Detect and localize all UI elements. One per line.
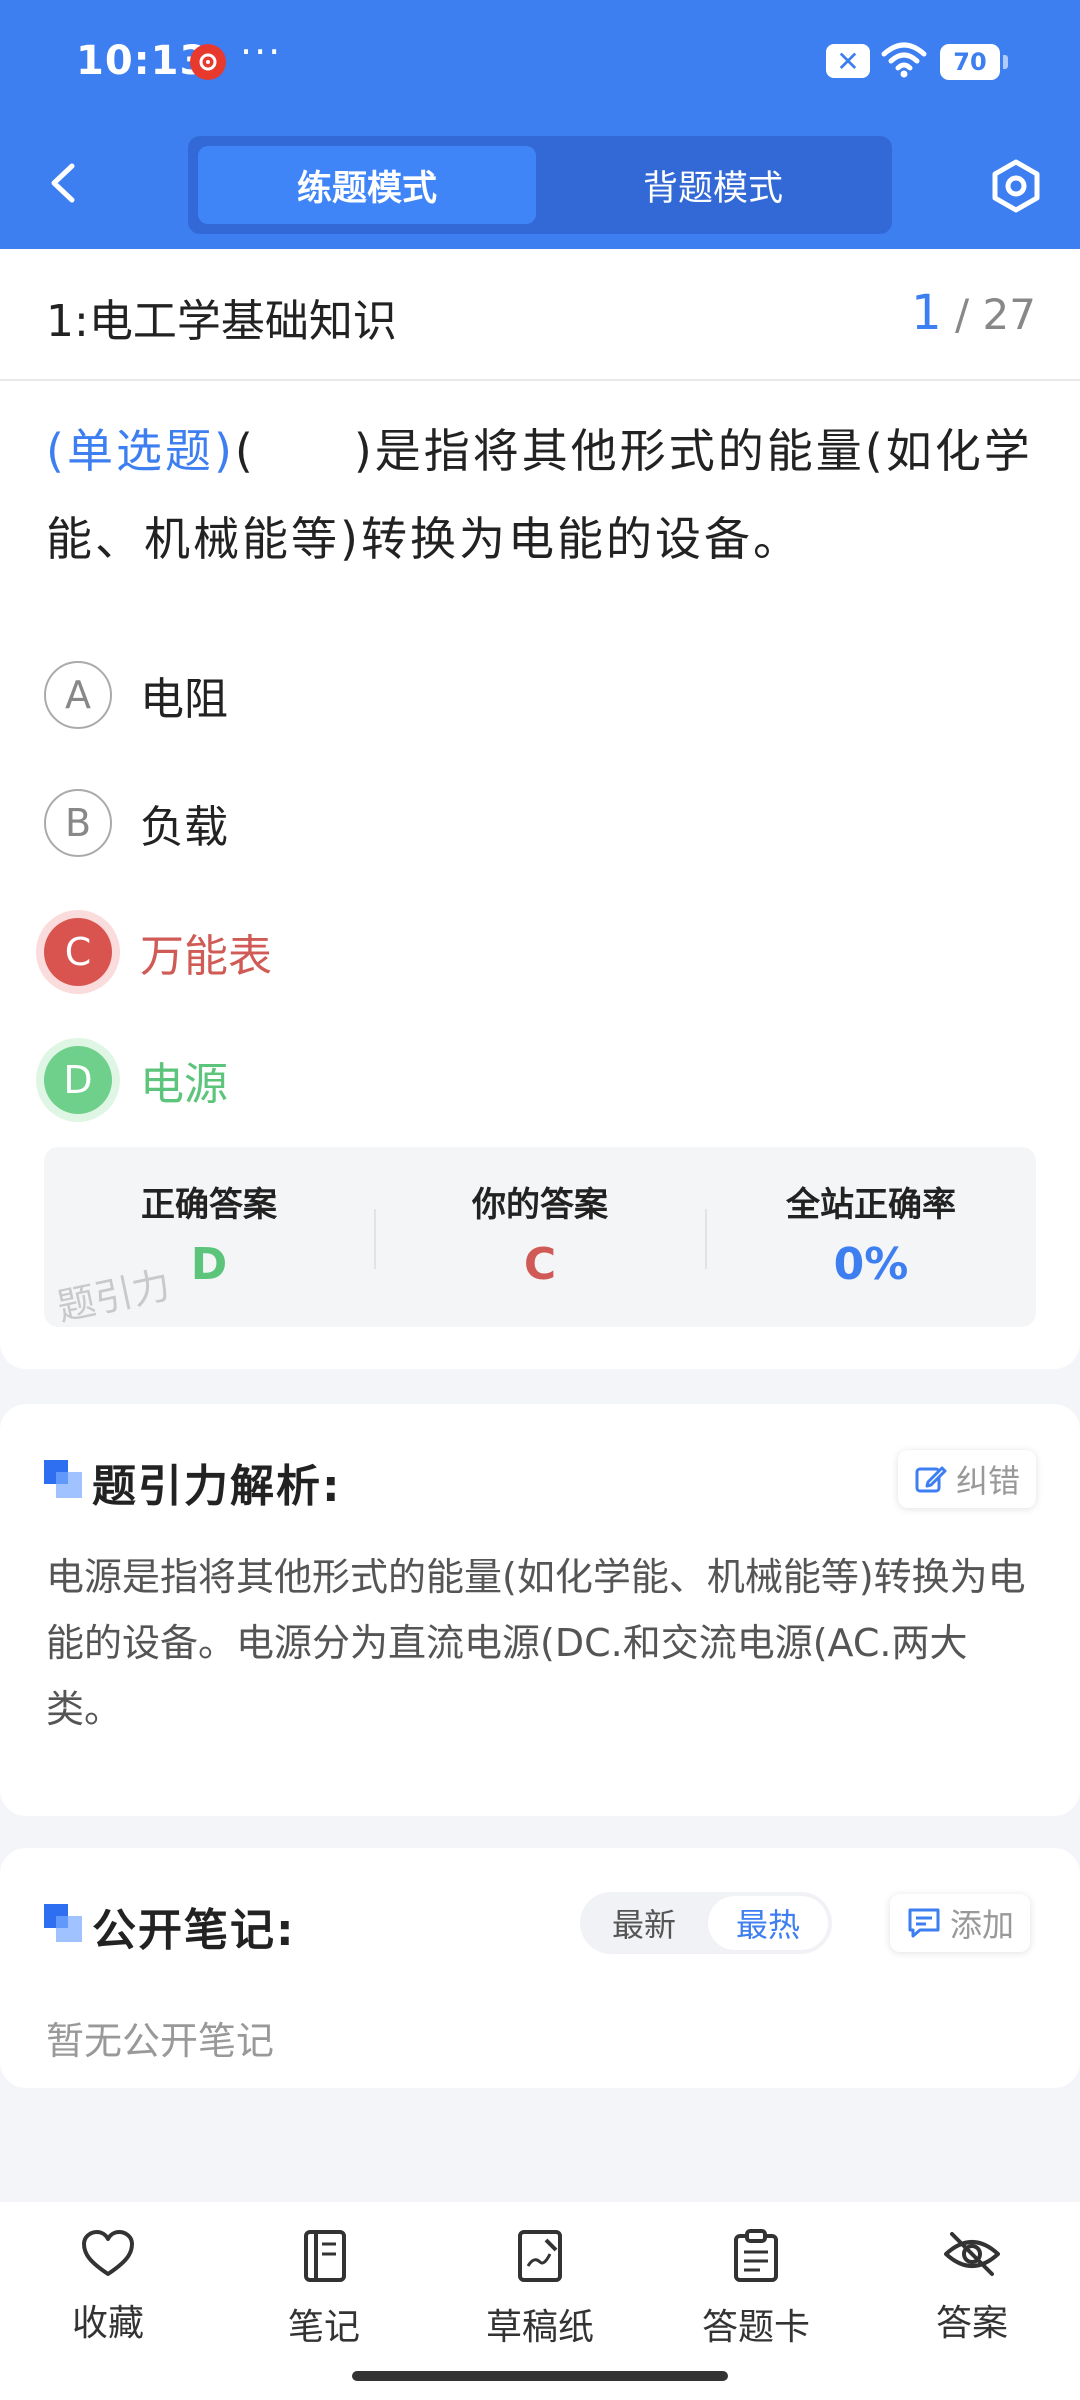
notes-title: 公开笔记:	[92, 1905, 296, 1956]
tab-memorize-mode[interactable]: 背题模式	[544, 146, 882, 224]
netease-music-icon	[190, 44, 226, 80]
top-header: 10:13 ··· ✕ 70 练题模式 背题模式	[0, 0, 1080, 249]
notification-close-icon: ✕	[826, 44, 870, 78]
wifi-icon	[881, 42, 927, 78]
report-error-button[interactable]: 纠错	[898, 1450, 1037, 1508]
analysis-card: 题引力解析: 纠错 电源是指将其他形式的能量(如化学能、机械能等)转换为电能的设…	[0, 1404, 1080, 1816]
accuracy-value: 0%	[833, 1239, 909, 1290]
notebook-icon	[304, 2230, 346, 2282]
comment-icon	[908, 1908, 940, 1938]
option-text: 负载	[140, 802, 228, 853]
sort-latest-button[interactable]: 最新	[584, 1896, 704, 1950]
public-notes-card: 公开笔记: 最新 最热 添加 暂无公开笔记	[0, 1848, 1080, 2088]
divider	[0, 379, 1080, 381]
nav-label: 草稿纸	[485, 2307, 594, 2348]
report-error-label: 纠错	[956, 1462, 1021, 1500]
home-indicator	[352, 2371, 728, 2381]
edit-icon	[915, 1466, 947, 1493]
nav-notes[interactable]: 笔记	[234, 2228, 414, 2350]
nav-answer-card[interactable]: 答题卡	[666, 2228, 846, 2350]
question-type: (单选题)	[46, 424, 235, 478]
question-card: 1:电工学基础知识 1 / 27 (单选题)( )是指将其他形式的能量(如化学能…	[0, 249, 1080, 1369]
correct-answer-label: 正确答案	[141, 1185, 277, 1225]
current-question-number: 1	[911, 285, 942, 341]
nav-label: 答案	[935, 2303, 1008, 2344]
option-letter: D	[44, 1046, 112, 1114]
mode-switch: 练题模式 背题模式	[188, 136, 892, 234]
analysis-text: 电源是指将其他形式的能量(如化学能、机械能等)转换为电能的设备。电源分为直流电源…	[46, 1555, 1026, 1731]
status-more-dots: ···	[240, 30, 283, 74]
heart-icon	[82, 2230, 134, 2276]
option-b[interactable]: B 负载	[44, 786, 228, 860]
tab-practice-mode[interactable]: 练题模式	[198, 146, 536, 224]
option-d[interactable]: D 电源	[44, 1043, 228, 1117]
nav-label: 收藏	[71, 2303, 144, 2344]
nav-draft-paper[interactable]: 草稿纸	[450, 2228, 630, 2350]
your-answer-label: 你的答案	[472, 1185, 608, 1225]
answer-card-icon	[734, 2229, 778, 2282]
chapter-title: 1:电工学基础知识	[46, 296, 397, 347]
empty-notes-text: 暂无公开笔记	[46, 2019, 275, 2063]
add-note-button[interactable]: 添加	[890, 1894, 1031, 1952]
nav-show-answer[interactable]: 答案	[882, 2228, 1062, 2346]
battery-indicator: 70	[940, 44, 1008, 80]
section-icon	[44, 1904, 82, 1942]
accuracy-column: 全站正确率 0%	[706, 1147, 1036, 1327]
analysis-title: 题引力解析:	[92, 1461, 342, 1512]
question-counter[interactable]: 1 / 27	[911, 285, 1036, 341]
your-answer-column: 你的答案 C	[375, 1147, 705, 1327]
notes-sort-toggle: 最新 最热	[580, 1892, 832, 1954]
nav-label: 笔记	[287, 2307, 360, 2348]
add-note-label: 添加	[950, 1906, 1015, 1944]
back-button[interactable]	[40, 158, 90, 208]
answer-result-panel: 正确答案 D 你的答案 C 全站正确率 0% 题引力	[44, 1147, 1036, 1329]
option-letter: C	[44, 918, 112, 986]
option-text: 电源	[140, 1059, 228, 1110]
option-letter: B	[44, 789, 112, 857]
section-icon	[44, 1460, 82, 1498]
settings-icon[interactable]	[988, 158, 1044, 214]
accuracy-label: 全站正确率	[786, 1185, 956, 1225]
option-letter: A	[44, 661, 112, 729]
question-text: (单选题)( )是指将其他形式的能量(如化学能、机械能等)转换为电能的设备。	[46, 407, 1036, 583]
nav-favorite[interactable]: 收藏	[18, 2228, 198, 2346]
status-time: 10:13	[76, 38, 209, 84]
total-questions: / 27	[955, 290, 1036, 339]
your-answer-value: C	[523, 1239, 557, 1290]
option-c[interactable]: C 万能表	[44, 915, 272, 989]
eye-off-icon	[944, 2232, 1000, 2276]
option-text: 电阻	[140, 674, 228, 725]
sort-hot-button[interactable]: 最热	[708, 1896, 828, 1950]
draft-icon	[518, 2230, 562, 2282]
option-text: 万能表	[140, 931, 272, 982]
nav-label: 答题卡	[701, 2307, 810, 2348]
option-a[interactable]: A 电阻	[44, 658, 228, 732]
